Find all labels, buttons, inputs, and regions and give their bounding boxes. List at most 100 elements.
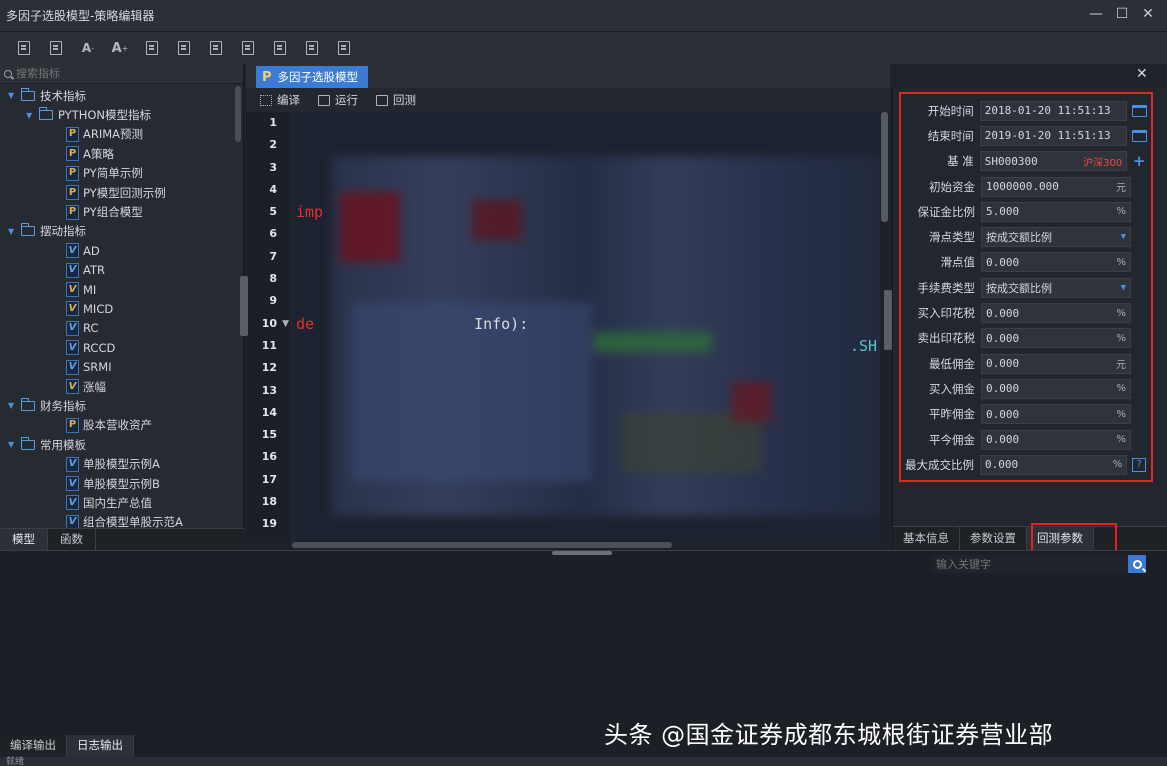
tree-item[interactable]: V SRMI bbox=[0, 357, 243, 376]
calendar-icon[interactable] bbox=[1131, 129, 1147, 143]
tree-item[interactable]: V MICD bbox=[0, 299, 243, 318]
tree-item[interactable]: P PY组合模型 bbox=[0, 202, 243, 221]
tree-item[interactable]: V 单股模型示例B bbox=[0, 474, 243, 493]
fold-icon[interactable]: ▼ bbox=[282, 313, 289, 335]
chevron-down-icon[interactable]: ▼ bbox=[26, 111, 36, 120]
plus-icon[interactable]: + bbox=[1131, 152, 1147, 170]
tree-label: MI bbox=[83, 282, 97, 297]
tab-log-output[interactable]: 日志输出 bbox=[67, 735, 134, 757]
chevron-down-icon[interactable]: ▼ bbox=[8, 440, 18, 449]
tree-item[interactable]: V 单股模型示例A bbox=[0, 454, 243, 473]
param-input[interactable]: 0.000% bbox=[981, 404, 1131, 425]
tree-folder[interactable]: ▼ 财务指标 bbox=[0, 396, 243, 415]
tree-item[interactable]: V 涨幅 bbox=[0, 377, 243, 396]
unit-label: 元 bbox=[1116, 360, 1126, 372]
document-icon[interactable] bbox=[174, 38, 194, 58]
tab-functions[interactable]: 函数 bbox=[48, 529, 96, 550]
tree-folder[interactable]: ▼ 技术指标 bbox=[0, 86, 243, 105]
tree-item[interactable]: P A策略 bbox=[0, 144, 243, 163]
keyword-search-button[interactable] bbox=[1128, 555, 1146, 573]
param-input[interactable]: 1000000.000 元 bbox=[981, 176, 1131, 197]
compile-button[interactable]: 编译 bbox=[260, 92, 300, 108]
tree-scrollbar[interactable] bbox=[235, 86, 241, 142]
param-input[interactable]: 0.000 元 bbox=[981, 353, 1131, 374]
save-icon[interactable] bbox=[46, 38, 66, 58]
folder-icon bbox=[20, 436, 35, 450]
right-collapse-handle[interactable] bbox=[884, 290, 892, 350]
tree-item[interactable]: P PY简单示例 bbox=[0, 164, 243, 183]
tree-item[interactable]: P 股本营收资产 bbox=[0, 416, 243, 435]
chevron-down-icon[interactable]: ▼ bbox=[8, 91, 18, 100]
font-increase-icon[interactable]: A + bbox=[110, 38, 130, 58]
code-content[interactable]: imp de Info): .SH bbox=[292, 112, 880, 542]
chevron-down-icon[interactable]: ▼ bbox=[8, 227, 18, 236]
tree-item[interactable]: V RCCD bbox=[0, 338, 243, 357]
minimize-icon[interactable]: — bbox=[1089, 6, 1103, 22]
folder-icon bbox=[20, 87, 35, 101]
font-decrease-icon[interactable]: A- bbox=[78, 38, 98, 58]
document-icon[interactable] bbox=[206, 38, 226, 58]
tab-models[interactable]: 模型 bbox=[0, 529, 48, 550]
param-input[interactable]: 0.000% bbox=[981, 252, 1131, 273]
help-icon[interactable]: ? bbox=[1131, 457, 1147, 472]
document-tab-label: 多因子选股模型 bbox=[277, 70, 359, 84]
tree-item[interactable]: V MI bbox=[0, 280, 243, 299]
document-icon[interactable] bbox=[270, 38, 290, 58]
param-input[interactable]: 5.000% bbox=[981, 201, 1131, 222]
param-input[interactable]: 2019-01-20 11:51:13 bbox=[979, 125, 1128, 146]
editor-vertical-scrollbar[interactable] bbox=[881, 112, 888, 222]
window-controls: — ☐ ✕ bbox=[1089, 6, 1155, 22]
splitter-handle[interactable] bbox=[552, 551, 612, 555]
keyword-search-input[interactable] bbox=[932, 555, 1128, 573]
python-indicator-icon: P bbox=[66, 204, 79, 220]
tree-item[interactable]: V AD bbox=[0, 241, 243, 260]
code-fragment: .SH bbox=[850, 336, 878, 355]
tab-param-settings[interactable]: 参数设置 bbox=[960, 527, 1027, 550]
tree-folder[interactable]: ▼ 摆动指标 bbox=[0, 222, 243, 241]
close-window-icon[interactable]: ✕ bbox=[1141, 6, 1155, 22]
formula-indicator-icon: V bbox=[66, 282, 79, 298]
maximize-icon[interactable]: ☐ bbox=[1115, 6, 1129, 22]
line-number: 17 bbox=[261, 472, 277, 486]
tab-compile-output[interactable]: 编译输出 bbox=[0, 735, 67, 757]
document-tab[interactable]: P 多因子选股模型 bbox=[256, 66, 369, 88]
tree-item[interactable]: V RC bbox=[0, 319, 243, 338]
param-row: 买入印花税 0.000% bbox=[905, 300, 1147, 325]
calendar-icon[interactable] bbox=[1131, 104, 1147, 118]
tree-folder[interactable]: ▼ PYTHON模型指标 bbox=[0, 105, 243, 124]
line-number: 7 bbox=[269, 249, 277, 263]
document-icon[interactable] bbox=[334, 38, 354, 58]
param-input[interactable]: 0.000% bbox=[981, 429, 1131, 450]
param-input[interactable]: 0.000% bbox=[981, 328, 1131, 349]
left-collapse-handle[interactable] bbox=[240, 276, 248, 336]
document-icon[interactable] bbox=[142, 38, 162, 58]
param-select[interactable]: 按成交额比例 ▼ bbox=[981, 227, 1131, 248]
document-icon[interactable] bbox=[302, 38, 322, 58]
indicator-search-input[interactable] bbox=[16, 67, 216, 80]
param-input[interactable]: SH000300 沪深300 bbox=[979, 151, 1128, 172]
param-select[interactable]: 按成交额比例 ▼ bbox=[981, 277, 1131, 298]
param-input[interactable]: 0.000% bbox=[981, 378, 1131, 399]
backtest-button[interactable]: 回测 bbox=[376, 92, 416, 108]
tree-item[interactable]: P PY模型回测示例 bbox=[0, 183, 243, 202]
unit-label: % bbox=[1112, 459, 1123, 471]
tree-label: 常用模板 bbox=[40, 437, 86, 452]
tree-item[interactable]: V ATR bbox=[0, 261, 243, 280]
tree-item[interactable]: V 国内生产总值 bbox=[0, 493, 243, 512]
tab-basic-info[interactable]: 基本信息 bbox=[893, 527, 960, 550]
editor-horizontal-scrollbar[interactable] bbox=[292, 542, 672, 548]
run-button[interactable]: 运行 bbox=[318, 92, 358, 108]
code-editor[interactable]: 1 2 3 4 5 6 7 8 9 10 ▼ 11 12 13 14 15 16 17 18 19 imp de Info… bbox=[246, 112, 880, 542]
tree-item[interactable]: P ARIMA预测 bbox=[0, 125, 243, 144]
tree-item[interactable]: V 组合模型单股示范A bbox=[0, 513, 243, 528]
param-input[interactable]: 2018-01-20 11:51:13 bbox=[979, 100, 1128, 121]
param-input[interactable]: 0.000% bbox=[981, 303, 1131, 324]
formula-indicator-icon: V bbox=[66, 495, 79, 511]
param-input[interactable]: 0.000% bbox=[980, 454, 1128, 475]
new-file-icon[interactable] bbox=[14, 38, 34, 58]
close-document-icon[interactable]: ✕ bbox=[1136, 66, 1148, 82]
document-icon[interactable] bbox=[238, 38, 258, 58]
tree-folder[interactable]: ▼ 常用模板 bbox=[0, 435, 243, 454]
chevron-down-icon[interactable]: ▼ bbox=[8, 401, 18, 410]
